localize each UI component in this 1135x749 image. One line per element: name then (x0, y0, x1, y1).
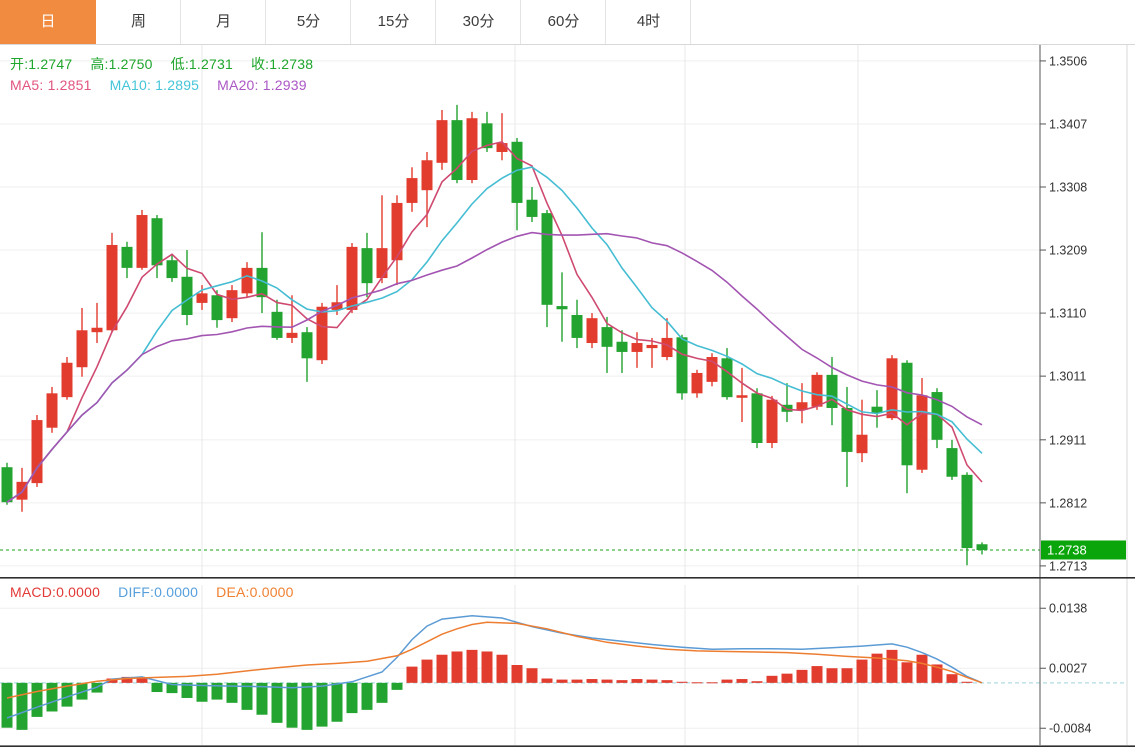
tab-60min[interactable]: 60分 (521, 0, 606, 44)
ma-legend: MA5: 1.2851 MA10: 1.2895 MA20: 1.2939 (10, 77, 325, 93)
macd-axis-ticks: 0.0138 0.0027 -0.0084 (1040, 602, 1091, 736)
svg-text:1.3110: 1.3110 (1049, 307, 1086, 321)
diff-line (7, 616, 982, 718)
bottom-border (0, 745, 1135, 747)
tab-4hour[interactable]: 4时 (606, 0, 691, 44)
svg-text:1.2713: 1.2713 (1049, 559, 1087, 573)
macd-value-0: MACD:0.0000 (10, 584, 100, 600)
ma20-line (7, 233, 982, 503)
svg-text:1.2911: 1.2911 (1049, 433, 1086, 447)
main-axis-ticks: 1.3506 1.3407 1.3308 1.3209 1.3110 1.3011 1.29… (1040, 54, 1087, 573)
macd-legend: MACD:0.0000 DIFF:0.0000 DEA:0.0000 (10, 584, 312, 600)
ohlc-value-3: 收:1.2738 (251, 56, 313, 72)
svg-text:0.0138: 0.0138 (1049, 602, 1087, 616)
tab-15min[interactable]: 15分 (351, 0, 436, 44)
tab-week[interactable]: 周 (96, 0, 181, 44)
ohlc-value-2: 低:1.2731 (171, 56, 233, 72)
svg-text:1.3506: 1.3506 (1049, 54, 1087, 68)
ma10-line (7, 167, 982, 502)
ohlc-value-0: 开:1.2747 (10, 56, 72, 72)
last-price-tag-label: 1.2738 (1047, 542, 1087, 557)
candles-layer (2, 105, 988, 565)
svg-text:1.3209: 1.3209 (1049, 244, 1087, 258)
ohlc-value-1: 高:1.2750 (90, 56, 152, 72)
macd-histogram-layer (2, 650, 973, 730)
svg-text:0.0027: 0.0027 (1049, 662, 1087, 676)
tab-month[interactable]: 月 (181, 0, 266, 44)
macd-value-1: DIFF:0.0000 (118, 584, 198, 600)
svg-text:1.2812: 1.2812 (1049, 496, 1087, 510)
svg-text:1.3011: 1.3011 (1049, 370, 1086, 384)
ohlc-legend: 开:1.2747 高:1.2750 低:1.2731 收:1.2738 (10, 54, 331, 74)
interval-tabbar: 日周月5分15分30分60分4时 (0, 0, 1135, 45)
tab-day[interactable]: 日 (0, 0, 96, 44)
main-gridlines (0, 61, 1040, 566)
ma-value-1: MA10: 1.2895 (110, 77, 200, 93)
svg-text:1.3308: 1.3308 (1049, 181, 1087, 195)
tab-5min[interactable]: 5分 (266, 0, 351, 44)
ma5-line (7, 142, 982, 502)
panel-separator (0, 577, 1135, 579)
ma-value-0: MA5: 1.2851 (10, 77, 92, 93)
candlestick-macd-chart[interactable]: 1.3506 1.3407 1.3308 1.3209 1.3110 1.3011 1.29… (0, 0, 1135, 749)
tab-30min[interactable]: 30分 (436, 0, 521, 44)
svg-text:-0.0084: -0.0084 (1049, 722, 1091, 736)
ma-value-2: MA20: 1.2939 (217, 77, 307, 93)
svg-text:1.3407: 1.3407 (1049, 117, 1087, 131)
ma-lines-layer (7, 142, 982, 502)
trading-chart-page: 1.3506 1.3407 1.3308 1.3209 1.3110 1.3011 1.29… (0, 0, 1135, 749)
macd-value-2: DEA:0.0000 (216, 584, 294, 600)
